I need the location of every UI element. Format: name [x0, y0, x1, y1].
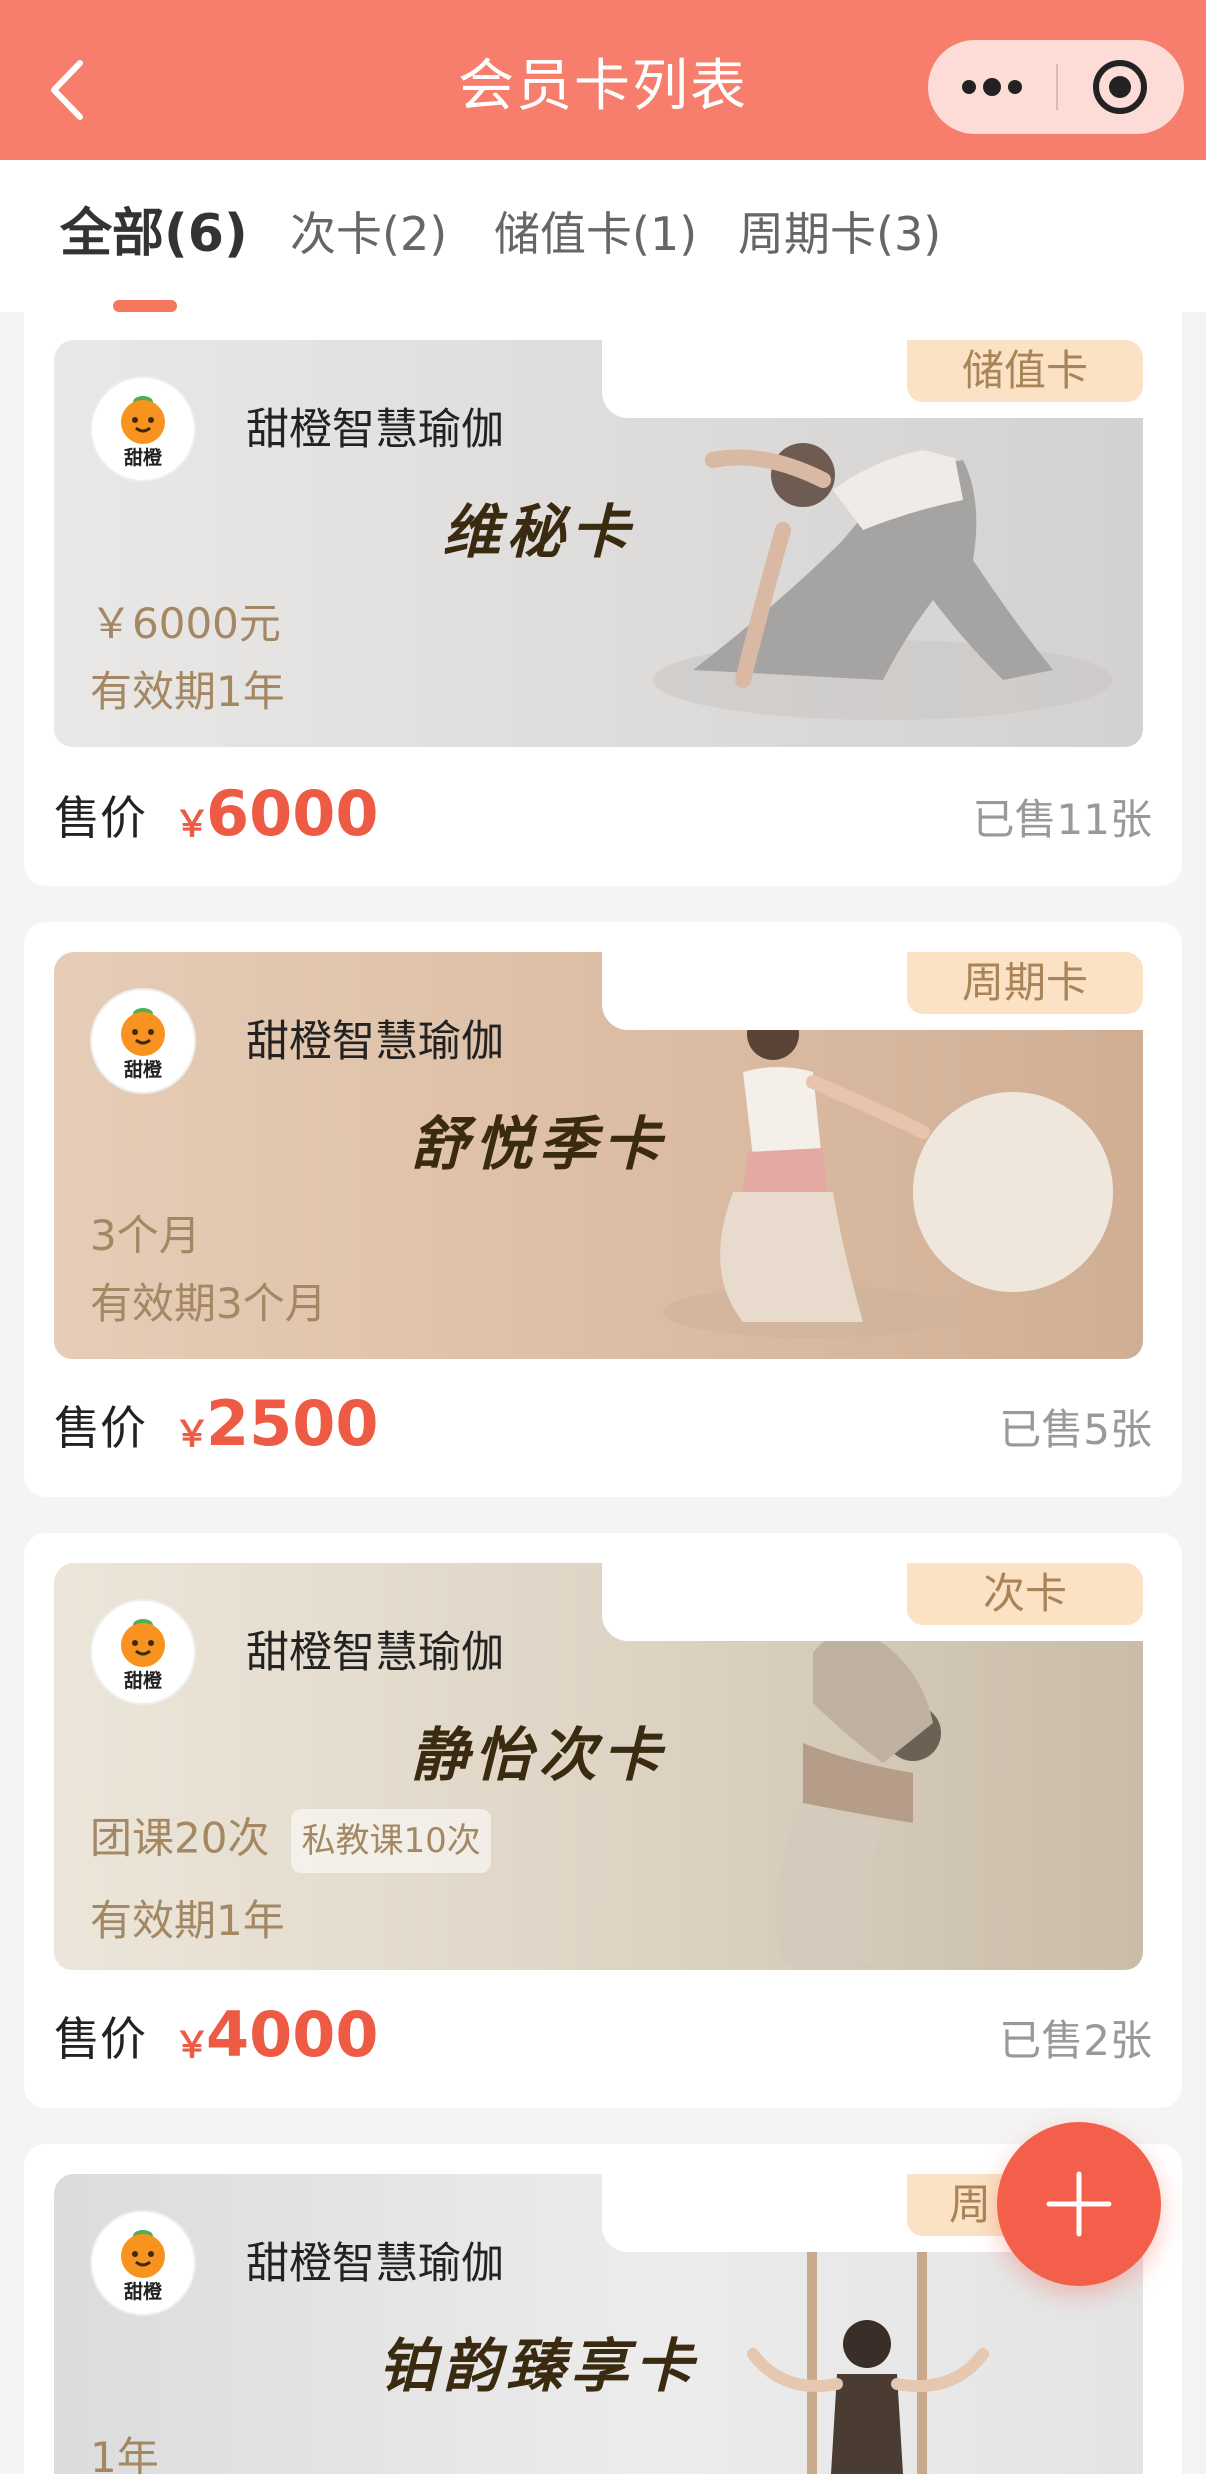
- membership-card[interactable]: 次卡 甜橙 甜橙智慧瑜伽 静怡次卡 团课20次 私教课10次 有效期1年 售价 ￥…: [24, 1533, 1182, 2108]
- sold-count: 已售5张: [999, 1405, 1152, 1454]
- card-type-tag: 储值卡: [907, 340, 1143, 402]
- add-card-button[interactable]: [997, 2122, 1161, 2286]
- card-validity: 有效期1年: [90, 667, 285, 716]
- card-banner: 周期卡 甜橙 甜橙智慧瑜伽 舒悦季卡 3个月 有效期3个月: [54, 952, 1143, 1359]
- brand-name: 甜橙智慧瑜伽: [246, 405, 504, 455]
- price-value: 4000: [206, 1998, 379, 2071]
- plus-icon: [1046, 2171, 1112, 2237]
- tab-all[interactable]: 全部(6): [60, 204, 248, 264]
- more-button[interactable]: [928, 40, 1056, 134]
- brand-logo: 甜橙: [90, 988, 196, 1094]
- card-name: 舒悦季卡: [410, 1110, 667, 1178]
- card-name: 维秘卡: [442, 498, 635, 566]
- card-validity: 有效期3个月: [90, 1279, 327, 1328]
- brand-name: 甜橙智慧瑜伽: [246, 2239, 504, 2289]
- logo-text: 甜橙: [124, 1669, 163, 1692]
- price-value: 2500: [206, 1387, 379, 1460]
- brand-logo: 甜橙: [90, 2210, 196, 2316]
- currency-symbol: ￥: [174, 1414, 211, 1455]
- more-dots-icon: [962, 78, 1022, 96]
- orange-logo-icon: 甜橙: [121, 2230, 165, 2303]
- tab-bar: 全部(6) 次卡(2) 储值卡(1) 周期卡(3): [0, 160, 1206, 312]
- card-banner: 周 甜橙 甜橙智慧瑜伽 铂韵臻享卡 1年: [54, 2174, 1143, 2474]
- membership-card[interactable]: 周期卡 甜橙 甜橙智慧瑜伽 舒悦季卡 3个月 有效期3个月 售价 ￥ 2500 …: [24, 922, 1182, 1497]
- price-row: 售价 ￥ 6000 已售11张: [54, 772, 1152, 862]
- price-label: 售价: [54, 1401, 146, 1455]
- card-type-tag: 次卡: [907, 1563, 1143, 1625]
- brand-logo: 甜橙: [90, 376, 196, 482]
- card-benefit-row: 团课20次 私教课10次: [90, 1809, 491, 1873]
- logo-text: 甜橙: [124, 446, 163, 469]
- tab-stored-value-card[interactable]: 储值卡(1): [494, 204, 697, 264]
- currency-symbol: ￥: [174, 2025, 211, 2066]
- orange-logo-icon: 甜橙: [121, 1008, 165, 1081]
- mini-program-capsule: [928, 40, 1184, 134]
- close-button[interactable]: [1056, 40, 1184, 134]
- card-name: 铂韵臻享卡: [378, 2332, 699, 2400]
- card-banner: 次卡 甜橙 甜橙智慧瑜伽 静怡次卡 团课20次 私教课10次 有效期1年: [54, 1563, 1143, 1970]
- price-label: 售价: [54, 2012, 146, 2066]
- tab-period-card[interactable]: 周期卡(3): [738, 204, 941, 264]
- card-validity: 有效期1年: [90, 1896, 285, 1945]
- orange-logo-icon: 甜橙: [121, 396, 165, 469]
- membership-card[interactable]: 储值卡 甜橙 甜橙智慧瑜伽 维秘卡 ￥6000元 有效期1年 售价 ￥ 6000…: [24, 312, 1182, 886]
- price-row: 售价 ￥ 2500 已售5张: [54, 1382, 1152, 1472]
- orange-logo-icon: 甜橙: [121, 1619, 165, 1692]
- price-label: 售价: [54, 791, 146, 845]
- card-banner: 储值卡 甜橙 甜橙智慧瑜伽 维秘卡 ￥6000元 有效期1年: [54, 340, 1143, 747]
- private-lesson-badge: 私教课10次: [291, 1809, 491, 1873]
- logo-text: 甜橙: [124, 2280, 163, 2303]
- target-circle-icon: [1093, 60, 1147, 114]
- sold-count: 已售2张: [999, 2016, 1152, 2065]
- card-benefit: 3个月: [90, 1211, 201, 1260]
- card-benefit: 团课20次: [90, 1813, 270, 1863]
- card-type-tag: 周期卡: [907, 952, 1143, 1014]
- price-value: 6000: [206, 777, 379, 850]
- sold-count: 已售11张: [972, 795, 1152, 844]
- price-row: 售价 ￥ 4000 已售2张: [54, 1993, 1152, 2083]
- card-benefit: 1年: [90, 2433, 159, 2474]
- tab-indicator: [113, 300, 177, 312]
- brand-name: 甜橙智慧瑜伽: [246, 1017, 504, 1067]
- nav-bar: 会员卡列表: [0, 0, 1206, 160]
- card-benefit: ￥6000元: [90, 599, 281, 648]
- card-name: 静怡次卡: [410, 1721, 667, 1789]
- currency-symbol: ￥: [174, 804, 211, 845]
- tab-count-card[interactable]: 次卡(2): [290, 204, 447, 264]
- logo-text: 甜橙: [124, 1058, 163, 1081]
- brand-logo: 甜橙: [90, 1599, 196, 1705]
- brand-name: 甜橙智慧瑜伽: [246, 1628, 504, 1678]
